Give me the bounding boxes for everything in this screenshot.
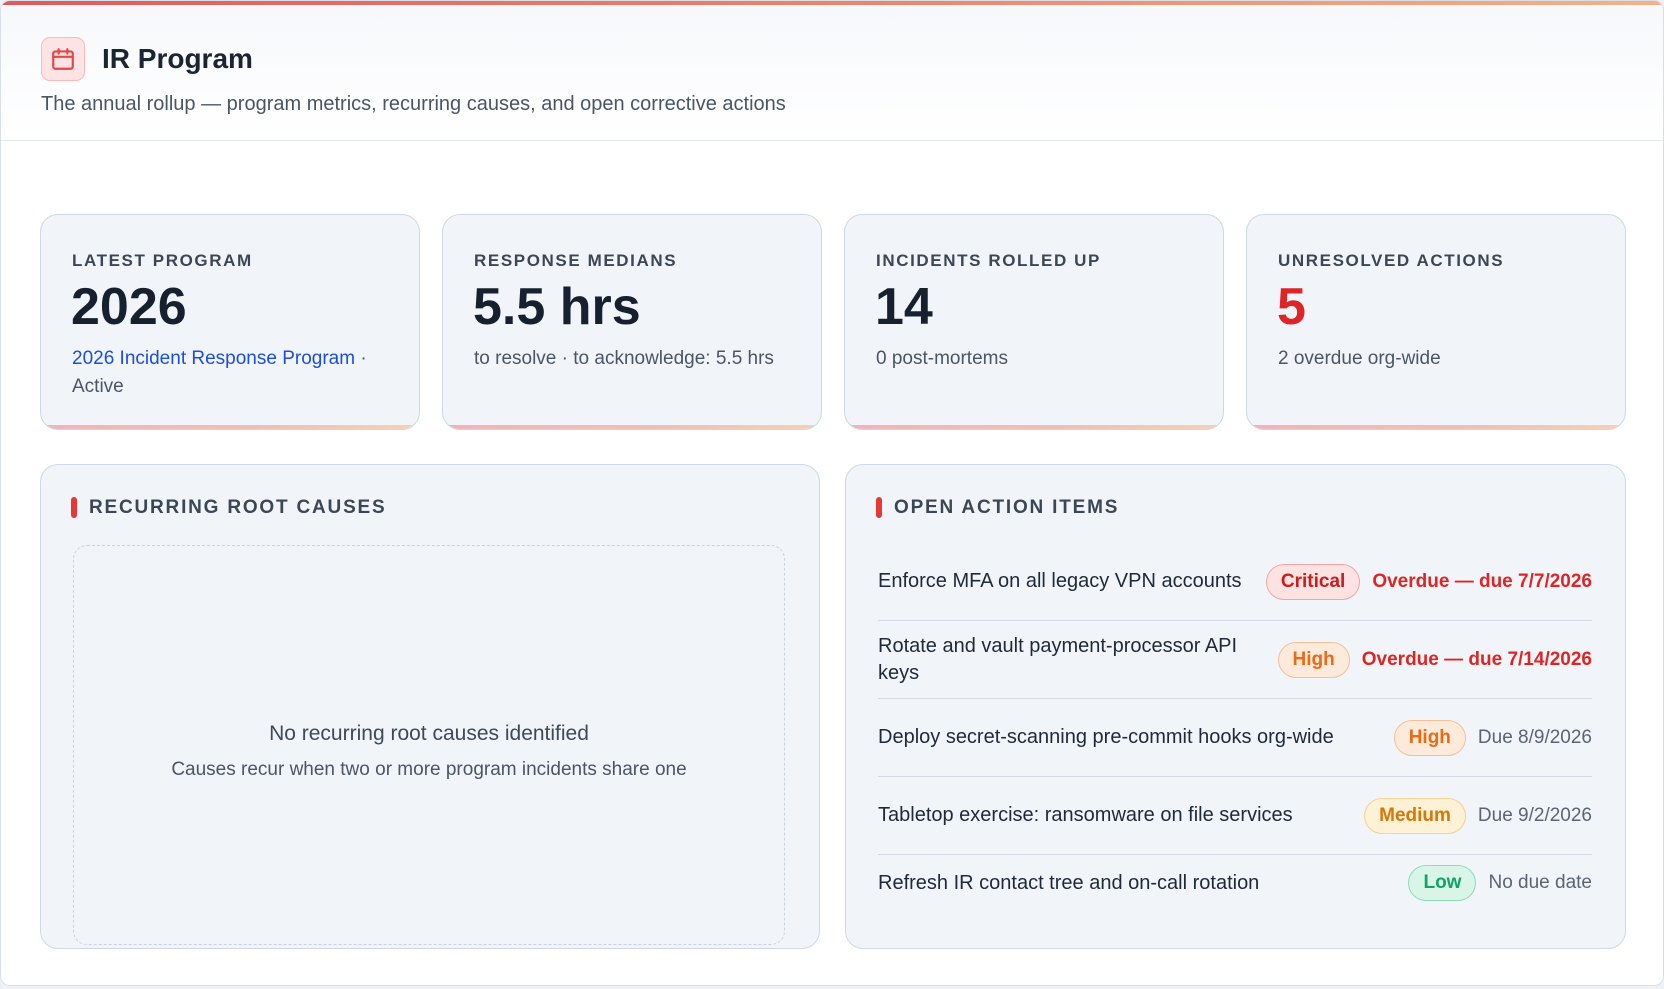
page-header: IR Program The annual rollup — program m…	[1, 5, 1663, 141]
stat-value: 14	[875, 278, 933, 336]
list-item[interactable]: Rotate and vault payment-processor API k…	[878, 621, 1592, 699]
stat-card-unresolved-actions: UNRESOLVED ACTIONS 5 2 overdue org-wide	[1246, 214, 1626, 430]
action-title: Deploy secret-scanning pre-commit hooks …	[878, 726, 1334, 748]
stat-label: UNRESOLVED ACTIONS	[1278, 251, 1505, 270]
stat-value: 2026	[71, 278, 187, 336]
stat-card-response-medians: RESPONSE MEDIANS 5.5 hrs to resolve · to…	[442, 214, 822, 430]
action-title: Refresh IR contact tree and on-call rota…	[878, 871, 1260, 894]
panel-title: RECURRING ROOT CAUSES	[71, 497, 386, 519]
severity-badge: Low	[1408, 865, 1477, 901]
stat-value: 5.5 hrs	[473, 278, 641, 336]
due-date: No due date	[1488, 872, 1592, 893]
card-accent	[845, 425, 1223, 429]
stat-label: RESPONSE MEDIANS	[474, 251, 678, 270]
stat-note: 0 post-mortems	[876, 348, 1008, 369]
calendar-icon	[41, 37, 85, 81]
dashboard-body: LATEST PROGRAM 2026 2026 Incident Respon…	[1, 142, 1663, 985]
program-link[interactable]: 2026 Incident Response Program	[72, 348, 355, 369]
action-title: Tabletop exercise: ransomware on file se…	[878, 804, 1293, 826]
severity-badge: Critical	[1265, 563, 1361, 600]
card-accent	[41, 425, 419, 429]
due-date: Overdue — due 7/14/2026	[1361, 648, 1592, 670]
stat-card-incidents: INCIDENTS ROLLED UP 14 0 post-mortems	[844, 214, 1224, 430]
page-subtitle: The annual rollup — program metrics, rec…	[41, 93, 786, 115]
severity-badge: Medium	[1364, 797, 1466, 834]
stat-note: to resolve · to acknowledge: 5.5 hrs	[474, 348, 774, 369]
list-item[interactable]: Enforce MFA on all legacy VPN accounts C…	[878, 543, 1592, 621]
list-item[interactable]: Tabletop exercise: ransomware on file se…	[878, 777, 1592, 855]
stat-label: INCIDENTS ROLLED UP	[876, 251, 1101, 270]
stat-card-latest-program: LATEST PROGRAM 2026 2026 Incident Respon…	[40, 214, 420, 430]
list-item[interactable]: Deploy secret-scanning pre-commit hooks …	[878, 699, 1592, 777]
action-title: Rotate and vault payment-processor API k…	[878, 634, 1238, 684]
panel-title: OPEN ACTION ITEMS	[876, 497, 1119, 519]
card-accent	[443, 425, 821, 429]
list-item[interactable]: Refresh IR contact tree and on-call rota…	[878, 855, 1592, 911]
due-date: Due 8/9/2026	[1477, 726, 1592, 748]
root-causes-panel: RECURRING ROOT CAUSES No recurring root …	[40, 464, 820, 949]
stat-note: 2026 Incident Response Program · Active	[72, 345, 392, 401]
severity-badge: High	[1393, 719, 1466, 756]
action-list: Enforce MFA on all legacy VPN accounts C…	[878, 543, 1592, 911]
stat-label: LATEST PROGRAM	[72, 251, 253, 270]
action-title: Enforce MFA on all legacy VPN accounts	[878, 570, 1242, 592]
app-window: IR Program The annual rollup — program m…	[0, 0, 1664, 986]
empty-state-subtitle: Causes recur when two or more program in…	[171, 759, 687, 780]
stat-note: 2 overdue org-wide	[1278, 348, 1441, 369]
action-items-panel: OPEN ACTION ITEMS Enforce MFA on all leg…	[845, 464, 1626, 949]
stat-value: 5	[1277, 278, 1306, 336]
due-date: Due 9/2/2026	[1477, 804, 1592, 826]
due-date: Overdue — due 7/7/2026	[1372, 570, 1592, 592]
empty-state-title: No recurring root causes identified	[269, 722, 589, 745]
card-accent	[1247, 425, 1625, 429]
page-title: IR Program	[102, 43, 253, 74]
severity-badge: High	[1277, 641, 1350, 678]
empty-state: No recurring root causes identified Caus…	[73, 545, 785, 945]
